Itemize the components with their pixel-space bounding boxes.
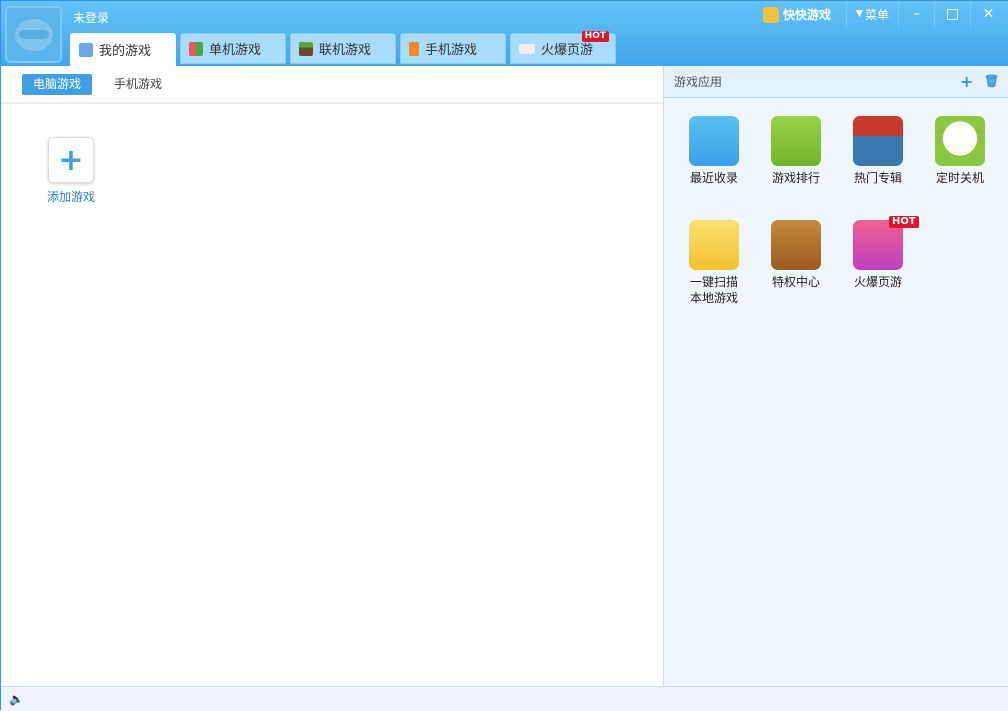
add-app-icon[interactable]: + [960, 72, 973, 91]
trash-icon[interactable]: 🗑 [984, 74, 999, 88]
plus-icon: + [58, 143, 83, 178]
subtab-mobile-games[interactable]: 手机游戏 [103, 74, 173, 95]
phone-icon [409, 42, 419, 56]
hot-badge: HOT [582, 31, 609, 42]
clock-icon [935, 116, 985, 166]
game-apps-panel: 游戏应用 + 🗑 最近收录 游戏排行 热门专辑 定时关机 一键扫描本地游戏 特权… [663, 66, 1008, 686]
tab-my-games[interactable]: 我的游戏 [70, 33, 176, 66]
app-label: 最近收录 [690, 171, 738, 185]
app-scan-local-games[interactable]: 一键扫描本地游戏 [679, 220, 749, 306]
app-label: 热门专辑 [854, 171, 902, 185]
app-timed-shutdown[interactable]: 定时关机 [925, 116, 995, 186]
subtab-bar: 电脑游戏 手机游戏 [1, 66, 663, 104]
close-button[interactable]: ✕ [970, 1, 1006, 27]
app-label-line1: 一键扫描 [690, 275, 738, 289]
gamepad-icon [79, 43, 93, 57]
menu-label: 菜单 [865, 6, 889, 23]
app-label: 定时关机 [936, 171, 984, 185]
status-bar: 🔈 [1, 686, 1008, 711]
app-ranking[interactable]: 游戏排行 [761, 116, 831, 186]
add-game-label[interactable]: 添加游戏 [47, 188, 95, 205]
app-privilege-center[interactable]: 特权中心 [761, 220, 831, 290]
tab-online-games[interactable]: 联机游戏 [290, 33, 396, 64]
bar-chart-icon [771, 116, 821, 166]
speaker-icon[interactable]: 🔈 [9, 692, 24, 706]
treasure-chest-icon [771, 220, 821, 270]
folder-plus-icon [689, 220, 739, 270]
tab-label: 单机游戏 [209, 39, 261, 58]
windows-icon [189, 42, 203, 56]
controller-icon [519, 44, 535, 54]
location-plus-icon [689, 116, 739, 166]
brand-label: 快快游戏 [783, 6, 831, 23]
panel-title: 游戏应用 [674, 73, 722, 90]
cube-icon [299, 42, 313, 56]
maximize-button[interactable]: □ [934, 1, 970, 27]
app-label-line2: 本地游戏 [690, 291, 738, 305]
king-icon [763, 7, 779, 23]
brand-link[interactable]: 快快游戏 [763, 6, 831, 23]
login-status[interactable]: 未登录 [73, 9, 109, 26]
tab-web-games[interactable]: 火爆页游HOT [510, 33, 616, 64]
panel-header: 游戏应用 + 🗑 [664, 66, 1008, 98]
hot-badge: HOT [889, 216, 919, 228]
raccoon-logo-icon [15, 19, 53, 51]
title-bar: 未登录 我的游戏 单机游戏 联机游戏 手机游戏 火爆页游HOT 快快游戏 ▼菜单… [1, 1, 1008, 66]
subtab-pc-games[interactable]: 电脑游戏 [22, 74, 92, 95]
add-game-button[interactable]: + [48, 137, 94, 183]
app-recent[interactable]: 最近收录 [679, 116, 749, 186]
app-hot-albums[interactable]: 热门专辑 [843, 116, 913, 186]
tab-mobile-games[interactable]: 手机游戏 [400, 33, 506, 64]
tab-label: 联机游戏 [319, 39, 371, 58]
tab-single-games[interactable]: 单机游戏 [180, 33, 286, 64]
avatar[interactable] [5, 6, 62, 63]
pocket-star-icon [853, 116, 903, 166]
app-web-games[interactable]: 火爆页游HOT [843, 220, 913, 290]
menu-button[interactable]: ▼菜单 [846, 1, 898, 27]
app-label: 游戏排行 [772, 171, 820, 185]
tab-label: 我的游戏 [99, 40, 151, 59]
app-label: 特权中心 [772, 275, 820, 289]
app-label: 火爆页游 [854, 275, 902, 289]
tab-label: 手机游戏 [425, 39, 477, 58]
minimize-button[interactable]: – [898, 1, 934, 27]
chevron-down-icon: ▼ [856, 9, 863, 19]
